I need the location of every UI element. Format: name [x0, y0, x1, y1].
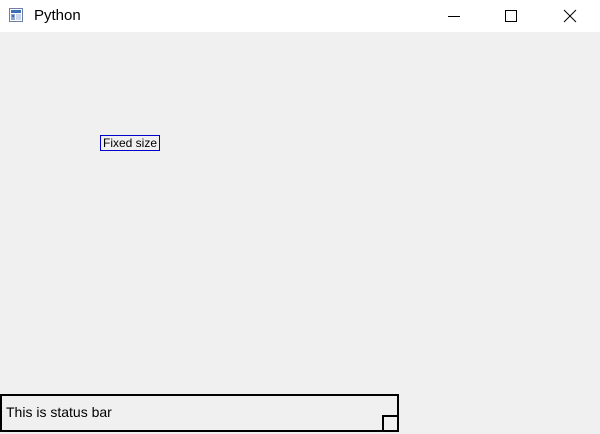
title-bar[interactable]: Python	[0, 0, 600, 32]
close-button[interactable]	[547, 0, 593, 32]
client-area: Fixed size This is status bar	[0, 32, 600, 434]
status-bar: This is status bar	[0, 394, 399, 432]
python-app-icon[interactable]	[9, 8, 23, 22]
minimize-button[interactable]	[431, 0, 477, 32]
size-grip-icon[interactable]	[382, 415, 397, 430]
fixed-size-button[interactable]: Fixed size	[100, 135, 161, 151]
minimize-icon	[448, 16, 460, 17]
maximize-button[interactable]	[488, 0, 534, 32]
status-text: This is status bar	[6, 404, 112, 420]
maximize-icon	[505, 10, 517, 22]
window-title: Python	[34, 7, 81, 24]
app-window: Python Fixed size This is status bar	[0, 0, 600, 434]
close-icon	[563, 9, 577, 23]
